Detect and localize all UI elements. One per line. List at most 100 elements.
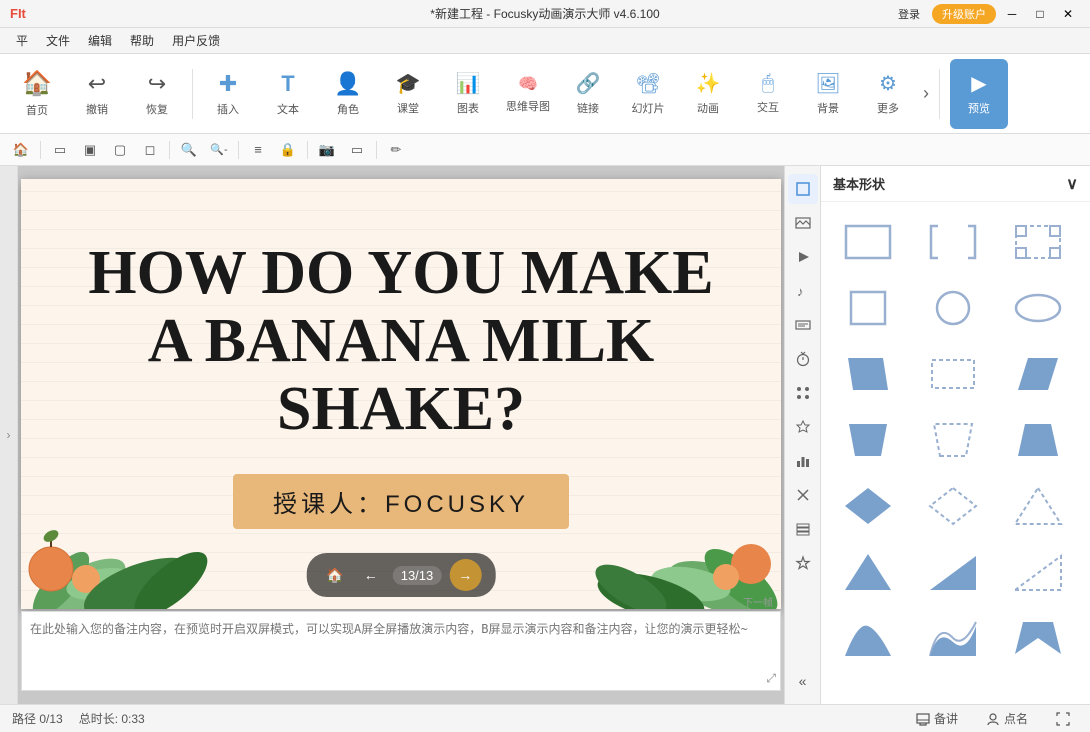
action-align[interactable]: ≡ [245, 138, 271, 162]
action-bar: 🏠 ▭ ▣ ▢ ◻ 🔍 🔍- ≡ 🔒 📷 ▭ ✏ [0, 134, 1090, 166]
notes-area: ⤢ [21, 611, 781, 691]
divider-1 [192, 69, 193, 119]
shape-hill[interactable] [831, 608, 905, 668]
tool-slideshow[interactable]: 📽 幻灯片 [619, 59, 677, 129]
shape-parallelogram[interactable] [831, 344, 905, 404]
action-edit[interactable]: ✏ [383, 138, 409, 162]
shape-oval[interactable] [1001, 278, 1075, 338]
tool-link[interactable]: 🔗 链接 [559, 59, 617, 129]
next-overlay-btn[interactable]: → [449, 559, 481, 591]
rp-image-btn[interactable] [788, 208, 818, 238]
shape-dashed-rect[interactable] [916, 344, 990, 404]
rp-shapes-btn[interactable] [788, 174, 818, 204]
tool-classroom[interactable]: 🎓 课堂 [379, 59, 437, 129]
left-panel-toggle[interactable]: › [0, 166, 18, 704]
toolbar-expand[interactable]: › [919, 79, 933, 108]
tool-background[interactable]: 🖼 背景 [799, 59, 857, 129]
tool-more[interactable]: ⚙ 更多 [859, 59, 917, 129]
shape-circle[interactable] [916, 278, 990, 338]
shape-trapezoid[interactable] [831, 410, 905, 470]
shape-panel-expand-icon[interactable]: ∨ [1066, 174, 1078, 194]
shape-pentagon[interactable] [1001, 608, 1075, 668]
action-rect3[interactable]: ▢ [107, 138, 133, 162]
rp-layers-btn[interactable] [788, 514, 818, 544]
menu-help[interactable]: 帮助 [122, 30, 162, 51]
action-rect4[interactable]: ◻ [137, 138, 163, 162]
shape-wave[interactable] [916, 608, 990, 668]
home-overlay-btn[interactable]: 🏠 [321, 561, 349, 589]
shape-dashed-corner[interactable] [1001, 212, 1075, 272]
tool-mindmap[interactable]: 🧠 思维导图 [499, 59, 557, 129]
shape-solid-square[interactable] [831, 278, 905, 338]
shape-panel-header: 基本形状 ∨ [821, 166, 1090, 202]
rp-cross-btn[interactable] [788, 480, 818, 510]
backup-button[interactable]: 备讲 [908, 708, 966, 729]
character-icon: 👤 [334, 71, 361, 97]
right-panel-outer: ♪ [784, 166, 1090, 704]
shape-triangle-filled[interactable] [831, 542, 905, 602]
prev-overlay-btn[interactable]: ← [357, 561, 385, 589]
shape-right-triangle[interactable] [916, 542, 990, 602]
rp-collapse-btn[interactable]: « [788, 666, 818, 696]
rp-chart-btn[interactable] [788, 446, 818, 476]
tool-redo[interactable]: ↪ 恢复 [128, 59, 186, 129]
shape-rect-outline[interactable] [831, 212, 905, 272]
fullscreen-button[interactable] [1048, 710, 1078, 728]
tool-home[interactable]: 🏠 首页 [8, 59, 66, 129]
menu-file[interactable]: 文件 [38, 30, 78, 51]
tool-interaction[interactable]: 🖱 交互 [739, 59, 797, 129]
notes-input[interactable] [22, 612, 780, 690]
tool-chart[interactable]: 📊 图表 [439, 59, 497, 129]
tool-preview[interactable]: ▶ 预览 [950, 59, 1008, 129]
action-zoom-out[interactable]: 🔍- [206, 138, 232, 162]
menu-flat[interactable]: 平 [8, 30, 36, 51]
rp-timer-btn[interactable] [788, 344, 818, 374]
rp-star-btn[interactable] [788, 548, 818, 578]
action-rect1[interactable]: ▭ [47, 138, 73, 162]
action-screen[interactable]: ▭ [344, 138, 370, 162]
tool-text[interactable]: T 文本 [259, 59, 317, 129]
sep4 [307, 141, 308, 159]
notes-expand-button[interactable]: ⤢ [766, 671, 776, 686]
action-lock[interactable]: 🔒 [275, 138, 301, 162]
app-logo: FIt [10, 6, 26, 21]
tool-character[interactable]: 👤 角色 [319, 59, 377, 129]
action-home[interactable]: 🏠 [8, 138, 34, 162]
slide-subtitle: 授课人：FOCUSKY [233, 474, 569, 529]
mindmap-icon: 🧠 [518, 74, 538, 94]
sep3 [238, 141, 239, 159]
upgrade-button[interactable]: 升级账户 [932, 4, 996, 24]
rp-animate-btn[interactable] [788, 412, 818, 442]
maximize-button[interactable]: □ [1028, 5, 1052, 23]
slide-canvas[interactable]: HOW DO YOU MAKEA BANANA MILKSHAKE? 授课人：F… [21, 179, 781, 609]
tool-undo[interactable]: ↩ 撤销 [68, 59, 126, 129]
shape-right-triangle-dashed[interactable] [1001, 542, 1075, 602]
shape-bracket-rect[interactable] [916, 212, 990, 272]
rp-group-btn[interactable] [788, 378, 818, 408]
minimize-button[interactable]: ─ [1000, 5, 1024, 23]
rp-music-btn[interactable]: ♪ [788, 276, 818, 306]
tool-animation[interactable]: ✨ 动画 [679, 59, 737, 129]
login-button[interactable]: 登录 [890, 4, 928, 24]
menu-edit[interactable]: 编辑 [80, 30, 120, 51]
shape-trapezoid-dashed[interactable] [916, 410, 990, 470]
rp-textbox-btn[interactable] [788, 310, 818, 340]
action-rect2[interactable]: ▣ [77, 138, 103, 162]
action-zoom-in[interactable]: 🔍 [176, 138, 202, 162]
shape-diamond-filled[interactable] [831, 476, 905, 536]
rp-video-btn[interactable] [788, 242, 818, 272]
tool-insert[interactable]: ✚ 插入 [199, 59, 257, 129]
menu-feedback[interactable]: 用户反馈 [164, 30, 228, 51]
redo-icon: ↪ [148, 71, 166, 97]
close-button[interactable]: ✕ [1056, 5, 1080, 23]
title-bar-left: FIt [10, 6, 26, 21]
shape-diamond-outline[interactable] [916, 476, 990, 536]
shape-filled-parallelogram[interactable] [1001, 344, 1075, 404]
sep2 [169, 141, 170, 159]
shape-triangle-outline[interactable] [1001, 476, 1075, 536]
action-camera[interactable]: 📷 [314, 138, 340, 162]
status-right: 备讲 点名 [908, 708, 1078, 729]
slide-counter: 13/13 [393, 566, 442, 585]
attendance-button[interactable]: 点名 [978, 708, 1036, 729]
shape-trapezoid-filled[interactable] [1001, 410, 1075, 470]
